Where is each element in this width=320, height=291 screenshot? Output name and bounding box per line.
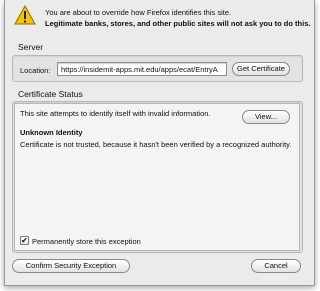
certificate-status-panel	[14, 103, 300, 251]
get-certificate-button[interactable]: Get Certificate	[232, 62, 290, 76]
permanent-store-checkbox[interactable]: ✔	[20, 236, 29, 245]
cancel-button[interactable]: Cancel	[251, 259, 301, 273]
location-field[interactable]: https://insidemit-apps.mit.edu/apps/ecat…	[57, 62, 227, 76]
override-warning-text: You are about to override how Firefox id…	[45, 8, 232, 17]
view-button[interactable]: View...	[242, 110, 290, 124]
permanent-store-label: Permanently store this exception	[32, 237, 141, 246]
unknown-identity-heading: Unknown Identity	[20, 128, 83, 137]
invalid-info-text: This site attempts to identify itself wi…	[20, 109, 211, 118]
server-section-title: Server	[18, 42, 44, 52]
certificate-status-title: Certificate Status	[18, 89, 83, 99]
location-label: Location:	[20, 66, 51, 75]
warning-triangle-icon	[14, 5, 36, 25]
confirm-security-exception-button[interactable]: Confirm Security Exception	[12, 259, 130, 273]
untrusted-certificate-detail: Certificate is not trusted, because it h…	[20, 140, 292, 149]
legitimate-sites-warning-text: Legitimate banks, stores, and other publ…	[45, 19, 311, 28]
